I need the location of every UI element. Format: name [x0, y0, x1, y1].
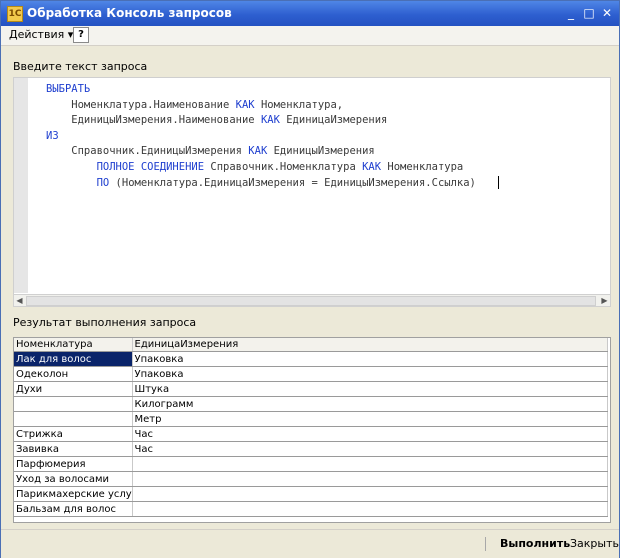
query-label: Введите текст запроса: [13, 60, 148, 73]
cell-unit[interactable]: Упаковка: [132, 351, 608, 367]
editor-gutter: [14, 78, 28, 293]
scroll-left-icon[interactable]: ◀: [14, 295, 25, 306]
title-bar[interactable]: 1C Обработка Консоль запросов _ □ ✕: [1, 1, 619, 26]
cell-nomenclature[interactable]: Лак для волос: [14, 351, 133, 367]
help-icon[interactable]: ?: [73, 27, 89, 43]
code-text: Номенклатура,: [254, 98, 344, 111]
table-row[interactable]: Килограмм: [14, 396, 608, 412]
column-header-nomenclature[interactable]: Номенклатура: [14, 338, 133, 352]
cell-unit[interactable]: Штука: [132, 381, 608, 397]
maximize-icon[interactable]: □: [581, 6, 597, 20]
cell-nomenclature[interactable]: Духи: [14, 381, 133, 397]
code-text: ЕдиницыИзмерения.Наименование: [46, 114, 261, 127]
table-row[interactable]: Уход за волосами: [14, 471, 608, 487]
cell-nomenclature[interactable]: Стрижка: [14, 426, 133, 442]
table-row[interactable]: Стрижка Час: [14, 426, 608, 442]
code-line: Справочник.ЕдиницыИзмерения КАК ЕдиницыИ…: [46, 144, 499, 160]
cell-nomenclature[interactable]: Бальзам для волос: [14, 501, 133, 517]
close-icon[interactable]: ✕: [599, 6, 615, 20]
table-row[interactable]: Завивка Час: [14, 441, 608, 457]
result-grid[interactable]: Номенклатура ЕдиницаИзмерения Лак для во…: [13, 337, 611, 523]
cell-nomenclature[interactable]: Одеколон: [14, 366, 133, 382]
code-keyword: ПОЛНОЕ СОЕДИНЕНИЕ: [96, 160, 205, 173]
code-line: ПОЛНОЕ СОЕДИНЕНИЕ Справочник.Номенклатур…: [46, 160, 499, 176]
cell-unit[interactable]: [132, 486, 608, 502]
grid-header-row: Номенклатура ЕдиницаИзмерения: [14, 338, 608, 352]
code-keyword: КАК: [362, 160, 382, 173]
actions-menu-button[interactable]: Действия ▾: [9, 28, 73, 41]
cell-unit[interactable]: Час: [132, 441, 608, 457]
result-label: Результат выполнения запроса: [13, 316, 197, 329]
cell-nomenclature[interactable]: [14, 411, 133, 427]
table-row[interactable]: Духи Штука: [14, 381, 608, 397]
code-keyword: КАК: [260, 114, 280, 127]
cell-nomenclature[interactable]: [14, 396, 133, 412]
table-row[interactable]: Бальзам для волос: [14, 501, 608, 517]
code-text: Номенклатура: [381, 160, 464, 173]
cell-nomenclature[interactable]: Завивка: [14, 441, 133, 457]
code-keyword: КАК: [235, 98, 255, 111]
text-caret: [497, 176, 499, 190]
run-button[interactable]: Выполнить: [500, 537, 570, 550]
toolbar: Действия ▾ ?: [1, 26, 619, 46]
footer-bar: Выполнить Закрыть: [1, 529, 619, 558]
table-row[interactable]: Лак для волос Упаковка: [14, 351, 608, 367]
column-header-unit[interactable]: ЕдиницаИзмерения: [132, 338, 608, 352]
window-title: Обработка Консоль запросов: [27, 6, 232, 20]
code-keyword: ВЫБРАТЬ: [46, 83, 91, 95]
table-row[interactable]: Парфюмерия: [14, 456, 608, 472]
close-button[interactable]: Закрыть: [570, 537, 619, 550]
cell-unit[interactable]: Час: [132, 426, 608, 442]
code-line: ВЫБРАТЬ: [46, 82, 499, 98]
cell-unit[interactable]: [132, 456, 608, 472]
code-keyword: КАК: [248, 145, 268, 158]
scrollbar-thumb[interactable]: [26, 296, 596, 306]
app-icon: 1C: [7, 6, 23, 22]
cell-unit[interactable]: Метр: [132, 411, 608, 427]
table-row[interactable]: Метр: [14, 411, 608, 427]
code-text: Справочник.ЕдиницыИзмерения: [46, 145, 249, 158]
code-line: Номенклатура.Наименование КАК Номенклату…: [46, 98, 499, 114]
table-row[interactable]: Парикмахерские услуги: [14, 486, 608, 502]
editor-horizontal-scrollbar[interactable]: ◀ ▶: [13, 294, 611, 307]
code-text: Справочник.Номенклатура: [204, 160, 363, 173]
code-line: ИЗ: [46, 129, 499, 145]
code-text: Номенклатура.Наименование: [46, 98, 236, 111]
code-text: ЕдиницыИзмерения: [267, 145, 375, 158]
minimize-icon[interactable]: _: [563, 6, 579, 20]
code-line: ЕдиницыИзмерения.Наименование КАК Единиц…: [46, 113, 499, 129]
code-text: (Номенклатура.ЕдиницаИзмерения = Единицы…: [109, 176, 476, 189]
cell-unit[interactable]: [132, 501, 608, 517]
scroll-right-icon[interactable]: ▶: [599, 295, 610, 306]
cell-nomenclature[interactable]: Парикмахерские услуги: [14, 486, 133, 502]
cell-nomenclature[interactable]: Парфюмерия: [14, 456, 133, 472]
footer-divider: [485, 537, 486, 551]
console-window: 1C Обработка Консоль запросов _ □ ✕ Дейс…: [0, 0, 620, 558]
cell-unit[interactable]: Упаковка: [132, 366, 608, 382]
table-row[interactable]: Одеколон Упаковка: [14, 366, 608, 382]
cell-unit[interactable]: [132, 471, 608, 487]
code-keyword: ИЗ: [46, 129, 59, 142]
code-keyword: ПО: [96, 176, 110, 189]
code-text: ЕдиницаИзмерения: [279, 114, 388, 127]
cell-unit[interactable]: Килограмм: [132, 396, 608, 412]
query-editor[interactable]: ВЫБРАТЬ Номенклатура.Наименование КАК Но…: [13, 77, 611, 296]
code-line: ПО (Номенклатура.ЕдиницаИзмерения = Един…: [46, 176, 499, 192]
cell-nomenclature[interactable]: Уход за волосами: [14, 471, 133, 487]
query-text[interactable]: ВЫБРАТЬ Номенклатура.Наименование КАК Но…: [46, 82, 499, 191]
